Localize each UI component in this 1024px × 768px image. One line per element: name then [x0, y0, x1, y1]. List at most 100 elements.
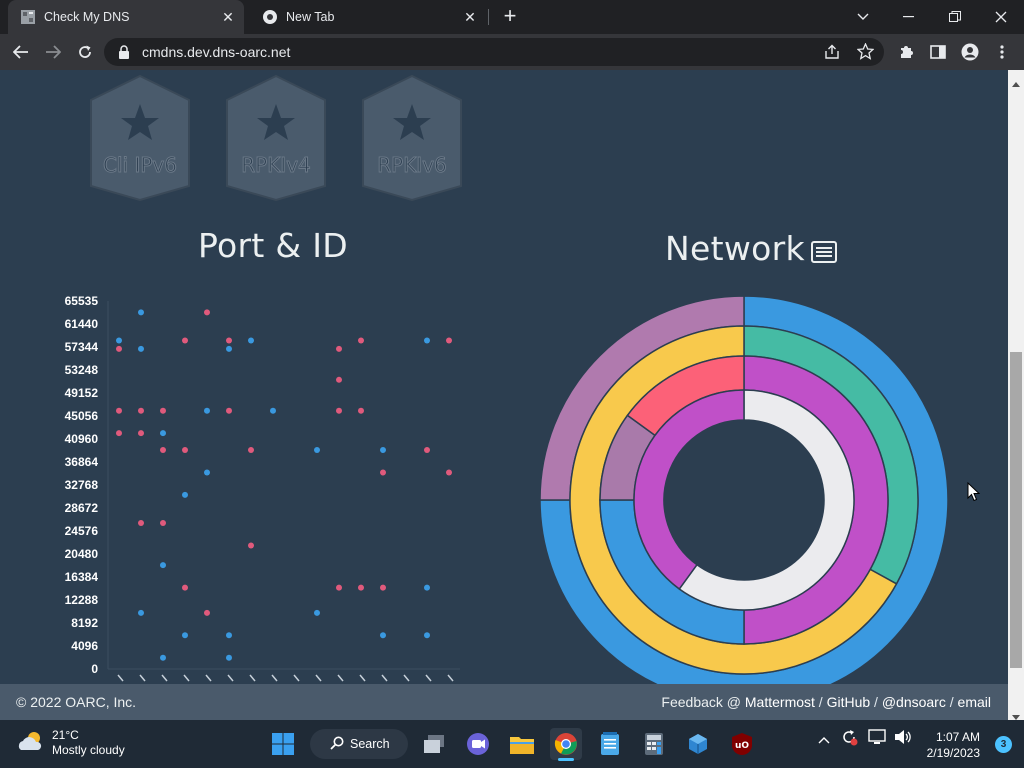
clock-time: 1:07 AM	[935, 730, 980, 744]
scatter-point[interactable]	[116, 337, 122, 344]
scatter-point[interactable]	[160, 407, 166, 414]
scatter-point[interactable]	[446, 337, 452, 344]
notification-badge[interactable]: 3	[995, 736, 1012, 753]
github-link[interactable]: GitHub	[827, 694, 871, 710]
forward-arrow-icon[interactable]	[40, 39, 66, 65]
scatter-point[interactable]	[138, 430, 144, 437]
scatter-point[interactable]	[380, 469, 386, 476]
scatter-point[interactable]	[226, 654, 232, 661]
lock-icon[interactable]	[118, 45, 130, 64]
reload-icon[interactable]	[72, 39, 98, 65]
scatter-point[interactable]	[336, 345, 342, 352]
scatter-point[interactable]	[116, 430, 122, 437]
scatter-point[interactable]	[380, 632, 386, 639]
scatter-point[interactable]	[270, 407, 276, 414]
scatter-point[interactable]	[182, 632, 188, 639]
back-arrow-icon[interactable]	[8, 39, 34, 65]
tab-search-chevron-icon[interactable]	[840, 0, 886, 34]
scatter-point[interactable]	[116, 407, 122, 414]
weather-widget[interactable]: 21°C Mostly cloudy	[16, 728, 125, 758]
scatter-point[interactable]	[204, 609, 210, 616]
scatter-point[interactable]	[160, 562, 166, 569]
close-tab-icon[interactable]: ✕	[462, 9, 478, 25]
scatter-point[interactable]	[204, 407, 210, 414]
scatter-point[interactable]	[204, 469, 210, 476]
scatter-point[interactable]	[182, 491, 188, 498]
dnsoarc-link[interactable]: @dnsoarc	[882, 694, 946, 710]
scatter-point[interactable]	[424, 447, 430, 454]
scatter-point[interactable]	[226, 337, 232, 344]
scatter-point[interactable]	[424, 337, 430, 344]
network-monitor-icon[interactable]	[868, 729, 886, 750]
scatter-point[interactable]	[336, 376, 342, 383]
scatter-point[interactable]	[204, 309, 210, 316]
sync-status-icon[interactable]	[840, 728, 858, 751]
share-icon[interactable]	[824, 44, 840, 65]
close-tab-icon[interactable]: ✕	[220, 9, 236, 25]
mattermost-link[interactable]: Mattermost	[745, 694, 815, 710]
task-view-icon[interactable]	[418, 728, 450, 760]
chrome-menu-kebab-icon[interactable]	[989, 39, 1015, 65]
notepad-icon[interactable]	[594, 728, 626, 760]
scatter-point[interactable]	[138, 345, 144, 352]
scatter-point[interactable]	[380, 447, 386, 454]
url-text[interactable]: cmdns.dev.dns-oarc.net	[142, 44, 290, 60]
address-bar[interactable]: cmdns.dev.dns-oarc.net	[104, 38, 884, 66]
profile-avatar-icon[interactable]	[957, 39, 983, 65]
calculator-icon[interactable]	[638, 728, 670, 760]
taskbar-clock[interactable]: 1:07 AM 2/19/2023	[927, 729, 980, 761]
scatter-point[interactable]	[160, 430, 166, 437]
scatter-point[interactable]	[358, 584, 364, 591]
bookmark-star-icon[interactable]	[856, 42, 875, 65]
cube-app-icon[interactable]	[682, 728, 714, 760]
scatter-point[interactable]	[358, 337, 364, 344]
scatter-point[interactable]	[116, 345, 122, 352]
scatter-point[interactable]	[248, 542, 254, 549]
scatter-point[interactable]	[160, 520, 166, 527]
new-tab-plus-icon[interactable]: +	[499, 5, 521, 28]
side-panel-icon[interactable]	[925, 39, 951, 65]
scatter-point[interactable]	[182, 447, 188, 454]
scatter-point[interactable]	[314, 447, 320, 454]
scatter-point[interactable]	[226, 632, 232, 639]
scroll-up-arrow-icon[interactable]	[1012, 74, 1020, 92]
file-explorer-icon[interactable]	[506, 728, 538, 760]
restore-window-icon[interactable]	[932, 0, 978, 34]
scatter-point[interactable]	[138, 520, 144, 527]
scatter-point[interactable]	[160, 447, 166, 454]
scatter-point[interactable]	[424, 632, 430, 639]
scatter-point[interactable]	[226, 345, 232, 352]
ublock-origin-icon[interactable]: uO	[726, 728, 758, 760]
scatter-point[interactable]	[138, 609, 144, 616]
close-window-icon[interactable]	[978, 0, 1024, 34]
teams-chat-icon[interactable]	[462, 728, 494, 760]
scatter-point[interactable]	[336, 584, 342, 591]
scatter-point[interactable]	[380, 584, 386, 591]
volume-speaker-icon[interactable]	[894, 729, 912, 750]
scatter-point[interactable]	[182, 584, 188, 591]
minimize-icon[interactable]	[886, 0, 932, 34]
scatter-point[interactable]	[138, 309, 144, 316]
scatter-point[interactable]	[138, 407, 144, 414]
scatter-point[interactable]	[248, 337, 254, 344]
scatter-point[interactable]	[424, 584, 430, 591]
show-hidden-icons-chevron-icon[interactable]	[818, 731, 830, 749]
scatter-point[interactable]	[446, 469, 452, 476]
tab-title: New Tab	[286, 10, 335, 24]
scatter-point[interactable]	[182, 337, 188, 344]
tab-check-my-dns[interactable]: Check My DNS ✕	[8, 0, 244, 34]
tab-new-tab[interactable]: New Tab ✕	[250, 0, 486, 34]
scatter-point[interactable]	[248, 447, 254, 454]
scrollbar-thumb[interactable]	[1010, 352, 1022, 668]
scatter-point[interactable]	[160, 654, 166, 661]
scatter-point[interactable]	[314, 609, 320, 616]
email-link[interactable]: email	[958, 694, 991, 710]
start-windows-icon[interactable]	[267, 728, 299, 760]
list-details-icon[interactable]	[810, 232, 837, 271]
scatter-point[interactable]	[336, 407, 342, 414]
scatter-point[interactable]	[226, 407, 232, 414]
extensions-puzzle-icon[interactable]	[893, 39, 919, 65]
scatter-point[interactable]	[358, 407, 364, 414]
taskbar-search-button[interactable]: Search	[310, 729, 408, 759]
chrome-taskbar-icon[interactable]	[550, 728, 582, 761]
